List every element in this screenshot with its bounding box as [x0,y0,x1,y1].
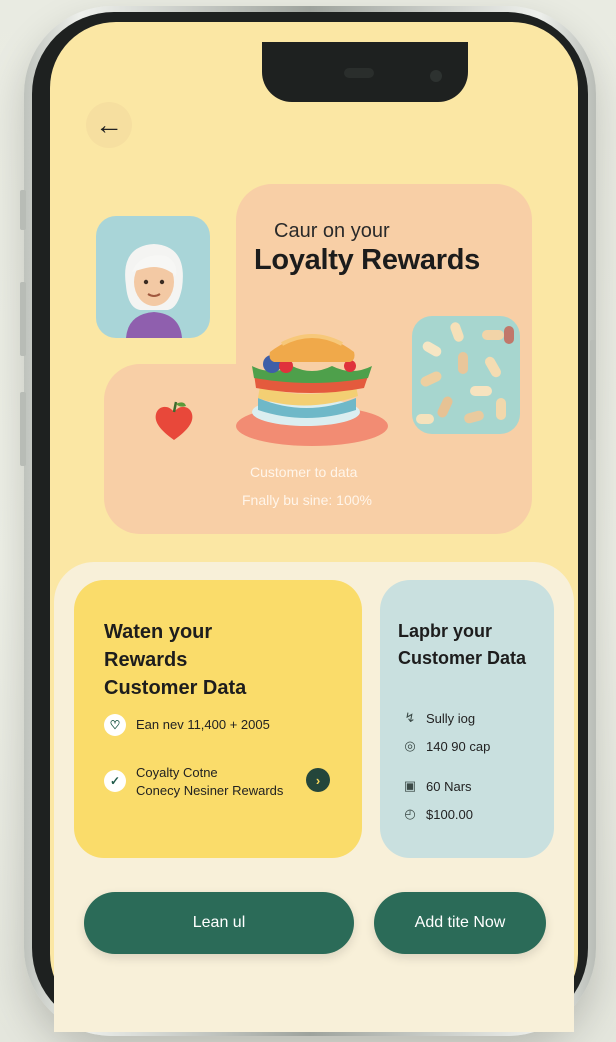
check-circle-icon: ✓ [104,770,126,792]
apple-heart-icon [155,401,193,440]
rewards-card-title-line-1: Waten your [104,621,213,643]
side-button-volume-up [20,282,26,356]
hero-subtitle: Caur on your [274,220,390,242]
camera-notch [262,42,468,102]
pattern-card [412,316,520,434]
chart-icon: ↯ [404,710,416,725]
rewards-card-title-line-3: Customer Data [104,677,247,699]
customer-data-title-line-2: Customer Data [398,648,527,668]
hero-caption-2: Fnally bu sine: 100% [242,492,372,508]
rewards-row-2-text: Coyalty Cotne Conecy Nesiner Rewards [136,764,283,800]
rewards-row-1: ♡ Ean nev 11,400 + 2005 [104,714,270,736]
stat-row-1: ↯ Sully iog [402,710,476,726]
side-button-volume-down [20,392,26,466]
speaker-grille [344,68,374,78]
avatar-card [96,216,210,338]
add-now-button[interactable]: Add tite Now [374,892,546,954]
stat-row-4-text: $100.00 [426,806,473,822]
hero-caption-1: Customer to data [250,464,358,480]
customer-data-title-line-1: Lapbr your [398,621,493,641]
burger-illustration [236,334,388,446]
stat-row-3: ▣ 60 Nars [402,778,472,794]
arrow-left-icon: ← [95,109,123,140]
coin-icon: ◎ [404,738,416,753]
stat-row-2: ◎ 140 90 cap [402,738,490,754]
rewards-card-title: Waten your Rewards Customer Data [104,618,304,702]
stat-row-2-text: 140 90 cap [426,738,491,754]
front-camera [430,70,442,82]
stat-row-3-text: 60 Nars [426,778,472,794]
avatar-illustration [125,244,183,338]
rewards-card-title-line-2: Rewards [104,649,188,671]
chevron-right-icon: › [315,772,321,788]
pill-pattern-illustration [416,322,514,424]
calendar-icon: ▣ [403,778,417,793]
customer-data-title: Lapbr your Customer Data [398,618,548,672]
stat-row-1-text: Sully iog [426,710,476,726]
rewards-row-2-line-2: Conecy Nesiner Rewards [136,783,284,798]
chevron-right-button[interactable]: › [306,768,330,792]
rewards-row-1-text: Ean nev 11,400 + 2005 [136,717,270,732]
side-button-top [20,190,26,230]
clock-icon: ◴ [404,806,416,821]
heart-circle-icon: ♡ [104,714,126,736]
learn-more-button[interactable]: Lean ul [84,892,354,954]
back-button[interactable]: ← [86,102,132,148]
rewards-row-2-line-1: Coyalty Cotne [136,765,218,780]
hero-title: Loyalty Rewards [254,244,480,276]
rewards-row-2: ✓ Coyalty Cotne Conecy Nesiner Rewards [104,764,283,800]
side-button-power [590,340,596,440]
stat-row-4: ◴ $100.00 [402,806,473,822]
